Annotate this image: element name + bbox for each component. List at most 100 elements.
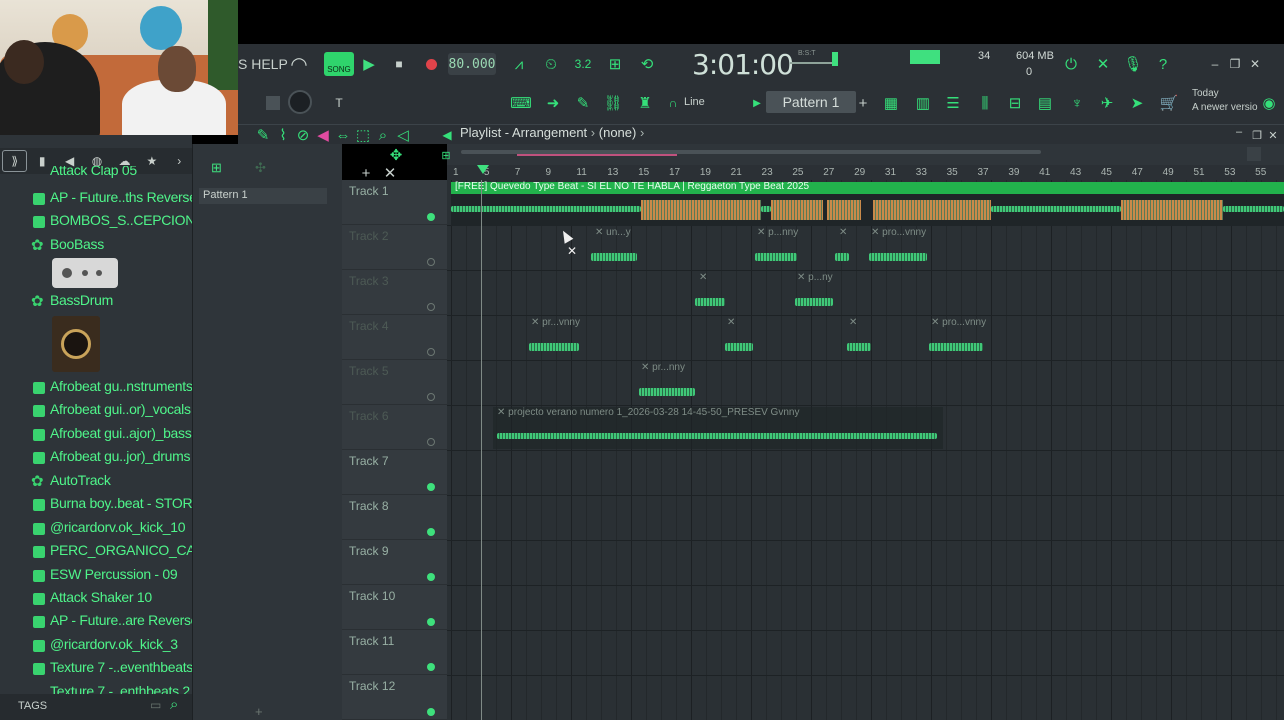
track-header[interactable]: Track 4	[342, 315, 447, 360]
playlist-close-icon[interactable]: ✕	[1262, 124, 1284, 146]
tempo-tap-icon[interactable]: T	[328, 92, 350, 114]
channel-rack-icon[interactable]: ☰	[942, 92, 964, 114]
add-icon[interactable]: +	[255, 704, 263, 719]
list-item[interactable]: ESW Percussion - 09	[0, 565, 192, 587]
audio-clip[interactable]: ✕	[845, 317, 875, 359]
audio-clip[interactable]: ✕ pr...vnny	[527, 317, 583, 359]
list-item[interactable]: @ricardorv.ok_kick_10	[0, 518, 192, 540]
playlist-scrollbar[interactable]: ✥ ⊞ + ✕	[362, 144, 1284, 182]
track-header[interactable]: Track 1	[342, 180, 447, 225]
arrangement-grid[interactable]: [FREE] Quevedo Type Beat - SI EL NO TE H…	[447, 180, 1284, 720]
slice-icon[interactable]: ⇔	[332, 124, 354, 146]
audio-clip[interactable]: ✕ pro...vnny	[867, 227, 931, 269]
list-item[interactable]: AP - Future..ths Reverse	[0, 188, 197, 210]
track-header[interactable]: Track 7	[342, 450, 447, 495]
list-item[interactable]: Texture 7 -..enthbeats 2	[0, 682, 192, 694]
list-item[interactable]: Afrobeat gui..ajor)_bass	[0, 424, 192, 446]
arrow-icon[interactable]: ➜	[542, 92, 564, 114]
file-icon[interactable]: ▤	[1034, 92, 1056, 114]
snap-select[interactable]: Line	[684, 96, 705, 108]
scroll-button[interactable]	[1247, 147, 1261, 161]
list-item[interactable]: Texture 7 -..eventhbeats	[0, 658, 193, 680]
track-mute-led[interactable]	[427, 483, 435, 491]
power-icon[interactable]: ⏻	[1060, 53, 1082, 75]
list-item[interactable]: AP - Future..are Reverse	[0, 611, 198, 633]
slip-icon[interactable]: ◀	[312, 124, 334, 146]
close-icon[interactable]: ✕	[1244, 53, 1266, 75]
pattern-prev-icon[interactable]: ▶	[746, 92, 768, 114]
pattern-selector[interactable]: Pattern 1	[766, 91, 856, 113]
news-subtitle[interactable]: A newer versio..	[1192, 102, 1258, 113]
tool-icon[interactable]: ✈	[1096, 92, 1118, 114]
pattern-item[interactable]: Pattern 1	[199, 188, 327, 204]
track-header[interactable]: Track 5	[342, 360, 447, 405]
list-item[interactable]: PERC_ORGANICO_CAJA	[0, 541, 211, 563]
track-header[interactable]: Track 2	[342, 225, 447, 270]
master-volume-slider[interactable]	[790, 62, 836, 64]
track-mute-led[interactable]	[427, 213, 435, 221]
time-display[interactable]: 3:01:00	[692, 48, 794, 81]
list-item[interactable]: ✿ AutoTrack	[0, 471, 192, 493]
mute-icon[interactable]: ⊘	[292, 124, 314, 146]
minimize-icon[interactable]: –	[1204, 53, 1226, 75]
track-mute-led[interactable]	[427, 573, 435, 581]
track-mute-led[interactable]	[427, 393, 435, 401]
browser-icon[interactable]: ⊟	[1004, 92, 1026, 114]
piano-icon[interactable]: ⊞	[211, 160, 222, 176]
audio-clip[interactable]: ✕	[723, 317, 757, 359]
send-icon[interactable]: ➤	[1126, 92, 1148, 114]
paint-icon[interactable]: ✎	[252, 124, 274, 146]
track-mute-led[interactable]	[427, 438, 435, 446]
playlist-breadcrumb[interactable]: (none)	[599, 125, 637, 140]
globe-icon[interactable]: ◉	[1258, 92, 1280, 114]
folder-icon[interactable]: ▭	[150, 698, 161, 712]
track-header[interactable]: Track 10	[342, 585, 447, 630]
track-mute-led[interactable]	[427, 708, 435, 716]
mixer-icon[interactable]: ⫼	[974, 92, 996, 114]
tags-label[interactable]: TAGS	[18, 700, 47, 712]
magnet-icon[interactable]: ∩	[662, 92, 684, 114]
record-icon[interactable]	[420, 53, 442, 75]
track-mute-led[interactable]	[427, 303, 435, 311]
wait-icon[interactable]: ⏲	[540, 53, 562, 75]
audio-clip[interactable]: ✕ p...nny	[753, 227, 799, 269]
list-item[interactable]: Afrobeat gui..or)_vocals	[0, 400, 192, 422]
audio-clip[interactable]: ✕	[835, 227, 855, 269]
track-header[interactable]: Track 9	[342, 540, 447, 585]
loop-record-icon[interactable]: ⟲	[636, 53, 658, 75]
metronome-icon[interactable]: ⩘	[508, 53, 530, 75]
tempo-display[interactable]: 80.000	[448, 53, 496, 75]
track-mute-led[interactable]	[427, 528, 435, 536]
list-item[interactable]: ✿ BassDrum	[0, 291, 192, 313]
audio-clip[interactable]: ✕ un...y	[591, 227, 639, 269]
track-mute-led[interactable]	[427, 663, 435, 671]
list-item[interactable]: ✿ BooBass	[0, 235, 192, 257]
audio-clip[interactable]: ✕ projecto verano numero 1_2026-03-28 14…	[493, 407, 943, 449]
track-mute-led[interactable]	[427, 618, 435, 626]
play-icon[interactable]: ▶	[358, 53, 380, 75]
restore-icon[interactable]: ❐	[1224, 53, 1246, 75]
track-header[interactable]: Track 12	[342, 675, 447, 720]
help-menu[interactable]: S HELP	[238, 56, 288, 72]
help-icon[interactable]: ?	[1152, 53, 1174, 75]
pitch-knob-icon[interactable]: ◠	[288, 53, 310, 76]
audio-clip[interactable]: ✕ pro...vnny	[927, 317, 987, 359]
tools-icon[interactable]: ✕	[1092, 53, 1114, 75]
volume-icon[interactable]	[266, 96, 280, 110]
paint-drop-icon[interactable]: ⌇	[272, 124, 294, 146]
track-mute-led[interactable]	[427, 348, 435, 356]
step-edit-icon[interactable]: ⊞	[604, 53, 626, 75]
track-header[interactable]: Track 3	[342, 270, 447, 315]
list-item[interactable]: Attack Shaker 10	[0, 588, 192, 610]
track-header[interactable]: Track 8	[342, 495, 447, 540]
audio-clip[interactable]: ✕ p...ny	[793, 272, 837, 314]
plugin-icon[interactable]: ♆	[1066, 92, 1088, 114]
master-pitch-knob[interactable]	[288, 90, 312, 114]
master-volume-handle[interactable]	[832, 52, 838, 66]
list-item[interactable]: Attack Clap 05	[0, 166, 192, 180]
list-item[interactable]: Burna boy..beat - STORY	[0, 494, 201, 516]
zoom-icon[interactable]: ⌕	[372, 124, 394, 146]
piano-roll-icon[interactable]: ▥	[912, 92, 934, 114]
track-header[interactable]: Track 6	[342, 405, 447, 450]
search-icon[interactable]: ⌕	[170, 696, 178, 713]
